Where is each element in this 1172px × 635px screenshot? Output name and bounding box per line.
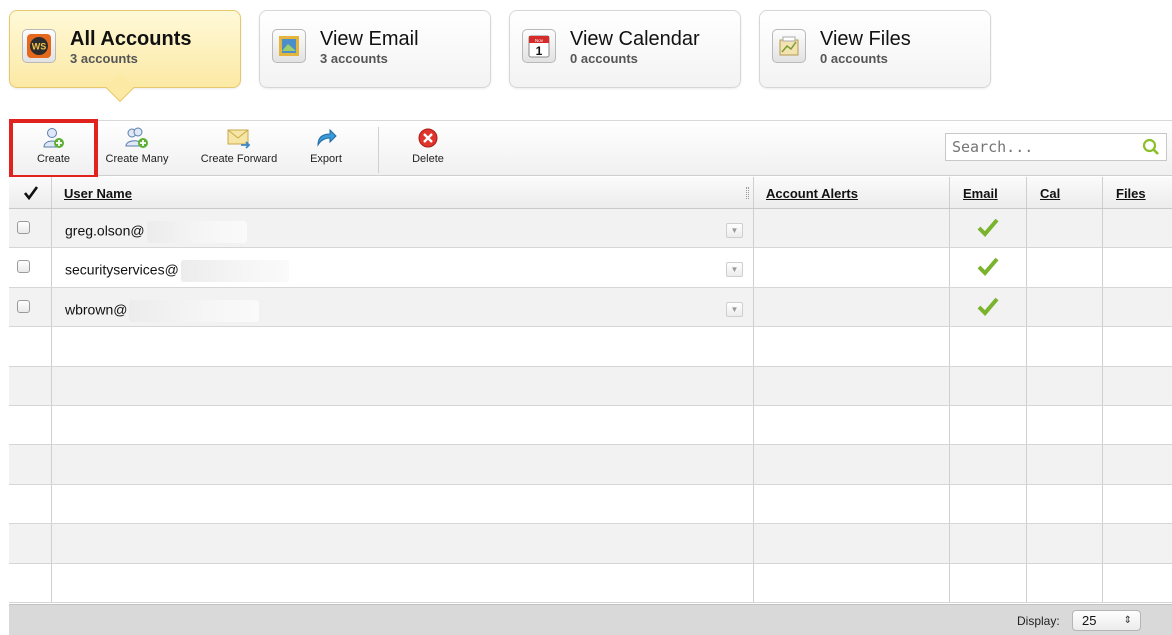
tab-count: 0 accounts: [820, 51, 888, 66]
column-email-label: Email: [963, 186, 998, 201]
row-menu-dropdown[interactable]: ▼: [726, 223, 743, 238]
column-resize-handle[interactable]: [746, 187, 749, 199]
empty-row: [9, 524, 1172, 564]
column-cal-label: Cal: [1040, 186, 1061, 201]
select-arrows-icon: ⇕: [1123, 615, 1132, 626]
tab-title: View Calendar: [570, 28, 700, 50]
table-header: User Name Account Alerts Email Cal Files: [9, 177, 1172, 209]
search-icon[interactable]: [1142, 138, 1160, 156]
tab-count: 3 accounts: [70, 51, 138, 66]
create-forward-button[interactable]: Create Forward: [193, 123, 285, 175]
select-all-column[interactable]: [9, 177, 52, 208]
empty-row: [9, 405, 1172, 446]
enabled-check-icon: [977, 258, 999, 277]
cal-cell: [1027, 248, 1103, 287]
email-cell: [950, 248, 1027, 287]
row-menu-dropdown[interactable]: ▼: [726, 301, 743, 317]
tab-title: All Accounts: [70, 28, 192, 50]
toolbar-divider: [378, 127, 379, 173]
files-icon: [772, 29, 806, 63]
tab-view-files[interactable]: View Files 0 accounts: [759, 10, 991, 88]
column-user-name[interactable]: User Name: [52, 177, 754, 208]
row-checkbox[interactable]: [17, 260, 30, 274]
delete-icon: [418, 128, 438, 148]
column-cal[interactable]: Cal: [1027, 177, 1103, 208]
empty-row: [9, 445, 1172, 485]
email-cell: [950, 287, 1027, 327]
display-count-select[interactable]: 25 ⇕: [1072, 610, 1141, 631]
svg-text:WS: WS: [32, 42, 47, 52]
create-many-label: Create Many: [105, 153, 169, 165]
create-button[interactable]: Create: [9, 119, 98, 179]
add-users-icon: [125, 127, 148, 148]
cal-cell: [1027, 287, 1103, 327]
search-box: [945, 133, 1167, 161]
row-checkbox[interactable]: [17, 299, 30, 313]
export-arrow-icon: [317, 128, 337, 147]
column-email[interactable]: Email: [950, 177, 1027, 208]
empty-row: [9, 327, 1172, 367]
user-name-cell: wbrown@: [65, 299, 260, 322]
enabled-check-icon: [977, 297, 999, 316]
create-many-button[interactable]: Create Many: [102, 123, 172, 175]
search-input[interactable]: [946, 134, 1136, 160]
empty-row: [9, 563, 1172, 603]
svg-text:1: 1: [536, 44, 543, 58]
files-cell: [1103, 209, 1172, 247]
email-cell: [950, 209, 1027, 248]
user-name-cell: securityservices@: [65, 260, 289, 283]
tab-all-accounts[interactable]: WS All Accounts 3 accounts: [9, 10, 241, 103]
row-checkbox[interactable]: [17, 221, 30, 234]
redacted-domain: [146, 221, 247, 243]
table-row[interactable]: wbrown@ ▼: [9, 287, 1172, 328]
display-count-value: 25: [1082, 613, 1097, 628]
files-cell: [1103, 288, 1172, 326]
tab-view-calendar[interactable]: Nov 1 View Calendar 0 accounts: [509, 10, 741, 88]
forward-mail-icon: [227, 129, 251, 149]
toolbar: Create Create Many Create Forward Export: [9, 119, 1172, 179]
export-label: Export: [310, 153, 342, 165]
accounts-table: User Name Account Alerts Email Cal Files…: [9, 177, 1172, 603]
add-user-icon: [42, 128, 64, 148]
tab-title: View Files: [820, 28, 911, 50]
row-menu-dropdown[interactable]: ▼: [726, 262, 743, 278]
table-row[interactable]: securityservices@ ▼: [9, 248, 1172, 288]
account-alerts-cell: [754, 287, 950, 327]
delete-label: Delete: [412, 153, 444, 165]
cal-cell: [1027, 209, 1103, 248]
export-button[interactable]: Export: [301, 123, 351, 175]
pagination-footer: Display: 25 ⇕: [9, 604, 1172, 635]
column-files-label: Files: [1116, 186, 1146, 201]
active-tab-pointer: [105, 73, 135, 103]
create-forward-label: Create Forward: [200, 153, 278, 165]
tab-count: 3 accounts: [320, 51, 388, 66]
account-view-tabs: WS All Accounts 3 accounts View Email 3 …: [9, 10, 1009, 103]
column-account-alerts[interactable]: Account Alerts: [754, 177, 950, 208]
user-name-cell: greg.olson@: [65, 221, 247, 243]
column-files[interactable]: Files: [1103, 177, 1172, 208]
redacted-domain: [129, 299, 260, 322]
svg-text:Nov: Nov: [535, 38, 544, 43]
empty-row: [9, 484, 1172, 525]
column-account-alerts-label: Account Alerts: [766, 186, 858, 201]
tab-count: 0 accounts: [570, 51, 638, 66]
files-cell: [1103, 248, 1172, 286]
delete-button[interactable]: Delete: [401, 123, 455, 175]
tab-view-email[interactable]: View Email 3 accounts: [259, 10, 491, 88]
create-label: Create: [36, 153, 71, 165]
account-alerts-cell: [754, 248, 950, 287]
table-row[interactable]: greg.olson@ ▼: [9, 209, 1172, 249]
empty-row: [9, 366, 1172, 406]
column-user-name-label: User Name: [64, 186, 132, 201]
calendar-icon: Nov 1: [522, 29, 556, 63]
tab-title: View Email: [320, 28, 419, 50]
email-stamp-icon: [272, 29, 306, 63]
account-alerts-cell: [754, 209, 950, 248]
display-label: Display:: [1017, 614, 1060, 628]
enabled-check-icon: [977, 218, 999, 237]
ws-logo-icon: WS: [22, 29, 56, 63]
select-all-check-icon: [24, 186, 38, 200]
redacted-domain: [180, 260, 289, 283]
